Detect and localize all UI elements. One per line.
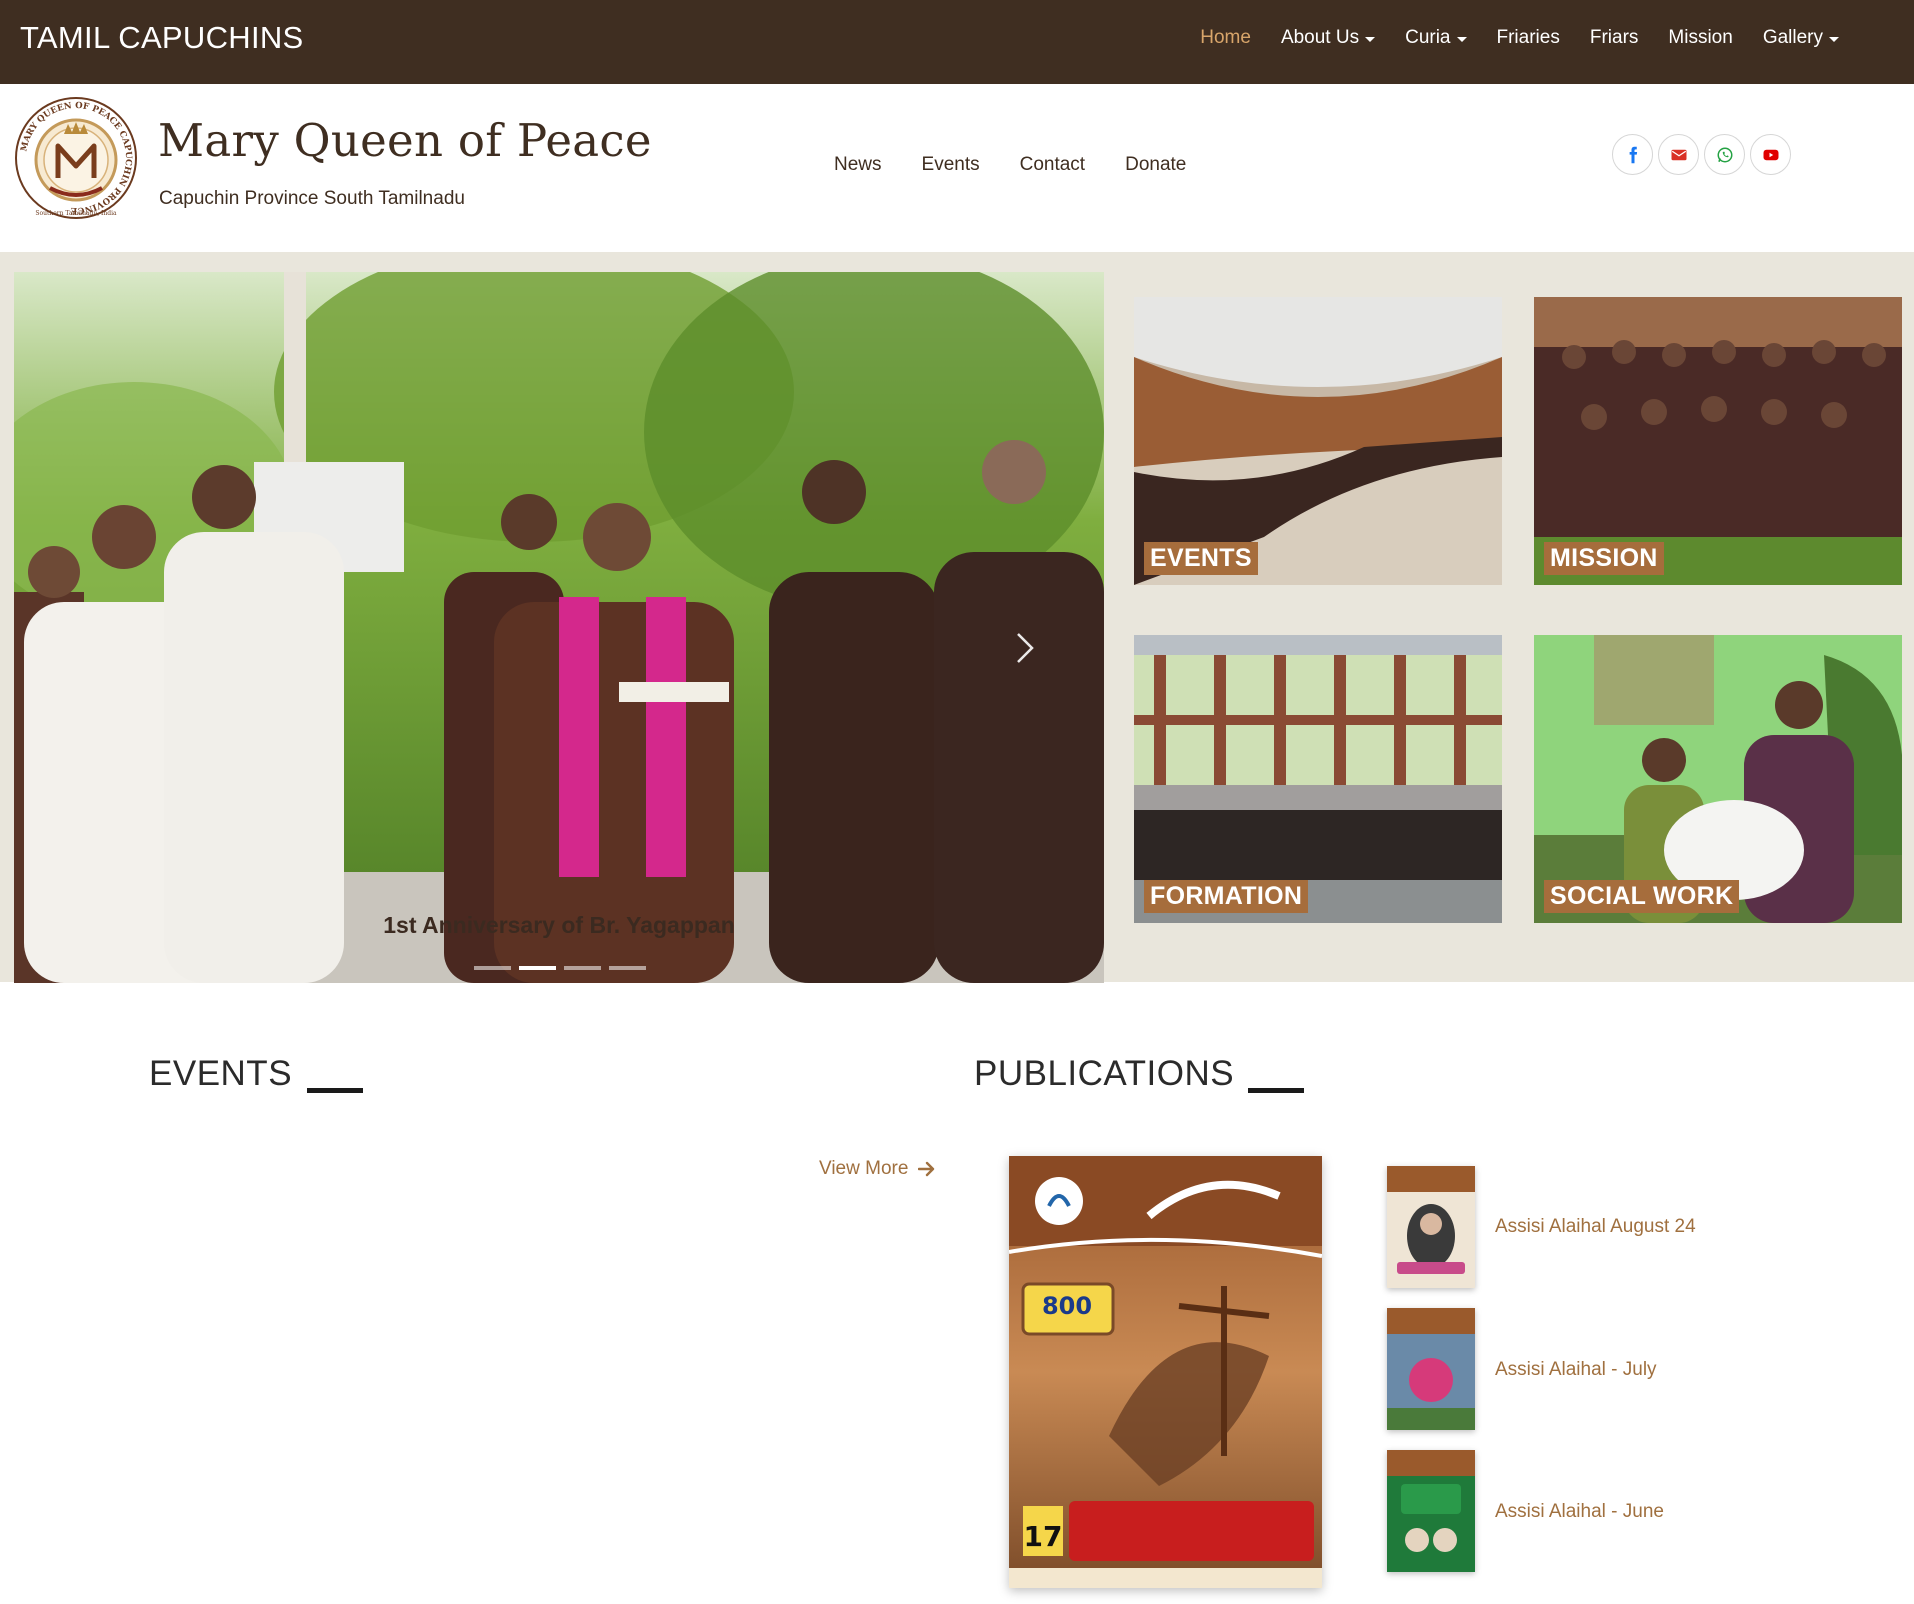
nav-label: About Us	[1280, 27, 1360, 48]
subnav-events[interactable]: Events	[902, 154, 1000, 176]
publication-link-august[interactable]: Assisi Alaihal August 24	[1495, 1216, 1696, 1238]
province-logo[interactable]: MARY QUEEN OF PEACE CAPUCHIN PROVINCE So…	[12, 94, 140, 222]
view-more-label: View More	[819, 1158, 909, 1179]
caret-down-icon	[1365, 36, 1376, 42]
carousel-indicator-4[interactable]	[609, 966, 646, 970]
nav-label: Home	[1200, 27, 1251, 48]
tile-mission[interactable]: MISSION	[1534, 297, 1902, 585]
whatsapp-button[interactable]	[1704, 134, 1745, 175]
events-heading-underline	[307, 1088, 363, 1093]
email-icon	[1671, 149, 1686, 160]
publication-link-july[interactable]: Assisi Alaihal - July	[1495, 1359, 1657, 1381]
social-links	[1612, 134, 1791, 175]
arrow-right-icon	[918, 1161, 935, 1177]
publications-heading: PUBLICATIONS	[974, 1054, 1235, 1093]
youtube-button[interactable]	[1750, 134, 1791, 175]
view-more-link[interactable]: View More	[819, 1158, 936, 1180]
events-heading: EVENTS	[149, 1054, 293, 1093]
youtube-icon	[1763, 149, 1778, 160]
tile-label: FORMATION	[1144, 880, 1309, 913]
subnav-news[interactable]: News	[814, 154, 902, 176]
facebook-icon	[1629, 146, 1637, 163]
site-header: MARY QUEEN OF PEACE CAPUCHIN PROVINCE So…	[0, 84, 1914, 252]
publication-cover-image	[1387, 1166, 1475, 1288]
nav-friars[interactable]: Friars	[1575, 27, 1654, 49]
featured-publication-cover[interactable]: 800 17	[1009, 1156, 1322, 1588]
carousel-indicator-2[interactable]	[519, 966, 556, 970]
nav-home[interactable]: Home	[1185, 27, 1266, 49]
hero-section: 1st Anniversary of Br. Yagappan EVENTS M…	[0, 252, 1914, 983]
tile-social-work[interactable]: SOCIAL WORK	[1534, 635, 1902, 923]
nav-mission[interactable]: Mission	[1653, 27, 1747, 49]
image-carousel[interactable]: 1st Anniversary of Br. Yagappan	[14, 272, 1104, 983]
nav-gallery[interactable]: Gallery	[1748, 27, 1854, 49]
tile-events[interactable]: EVENTS	[1134, 297, 1502, 585]
caret-down-icon	[1829, 36, 1839, 42]
main-nav: Home About Us Curia Friaries Friars Miss…	[1185, 27, 1854, 49]
site-subtitle: Capuchin Province South Tamilnadu	[159, 188, 465, 209]
carousel-next-button[interactable]	[1010, 628, 1040, 668]
publications-heading-underline	[1248, 1088, 1304, 1093]
tile-label: EVENTS	[1144, 542, 1258, 575]
top-navbar: TAMIL CAPUCHINS Home About Us Curia Fria…	[0, 0, 1914, 84]
publication-thumb-august[interactable]	[1387, 1166, 1475, 1288]
carousel-indicators	[474, 966, 646, 970]
nav-label: Friaries	[1496, 27, 1560, 48]
carousel-indicator-1[interactable]	[474, 966, 511, 970]
nav-label: Friars	[1589, 27, 1639, 48]
slide-caption: 1st Anniversary of Br. Yagappan	[383, 912, 735, 938]
nav-friaries[interactable]: Friaries	[1482, 27, 1575, 49]
facebook-button[interactable]	[1612, 134, 1653, 175]
tile-formation[interactable]: FORMATION	[1134, 635, 1502, 923]
subnav-donate[interactable]: Donate	[1105, 154, 1206, 176]
publication-thumb-june[interactable]	[1387, 1450, 1475, 1572]
publication-thumb-july[interactable]	[1387, 1308, 1475, 1430]
site-title: Mary Queen of Peace	[158, 114, 652, 167]
svg-text:17: 17	[1024, 1520, 1063, 1553]
tile-label: MISSION	[1544, 542, 1664, 575]
caret-down-icon	[1456, 36, 1467, 42]
publication-cover-image	[1387, 1450, 1475, 1572]
province-seal-icon: MARY QUEEN OF PEACE CAPUCHIN PROVINCE So…	[14, 96, 138, 220]
nav-curia[interactable]: Curia	[1390, 27, 1481, 49]
svg-text:Southern Tamilnadu, India: Southern Tamilnadu, India	[35, 210, 117, 217]
magazine-cover-image: 800 17	[1009, 1156, 1322, 1588]
whatsapp-icon	[1717, 147, 1732, 162]
subnav-contact[interactable]: Contact	[1000, 154, 1105, 176]
carousel-indicator-3[interactable]	[564, 966, 601, 970]
nav-label: Gallery	[1762, 27, 1823, 48]
nav-label: Mission	[1668, 27, 1733, 48]
nav-about-us[interactable]: About Us	[1266, 27, 1390, 49]
email-button[interactable]	[1658, 134, 1699, 175]
publication-link-june[interactable]: Assisi Alaihal - June	[1495, 1501, 1664, 1523]
publication-cover-image	[1387, 1308, 1475, 1430]
brand-link[interactable]: TAMIL CAPUCHINS	[20, 20, 304, 56]
secondary-nav: News Events Contact Donate	[814, 154, 1206, 176]
slide-photo	[14, 272, 1104, 983]
nav-label: Curia	[1405, 27, 1451, 48]
chevron-right-icon	[1017, 633, 1034, 663]
svg-text:800: 800	[1042, 1292, 1092, 1320]
tile-label: SOCIAL WORK	[1544, 880, 1740, 913]
